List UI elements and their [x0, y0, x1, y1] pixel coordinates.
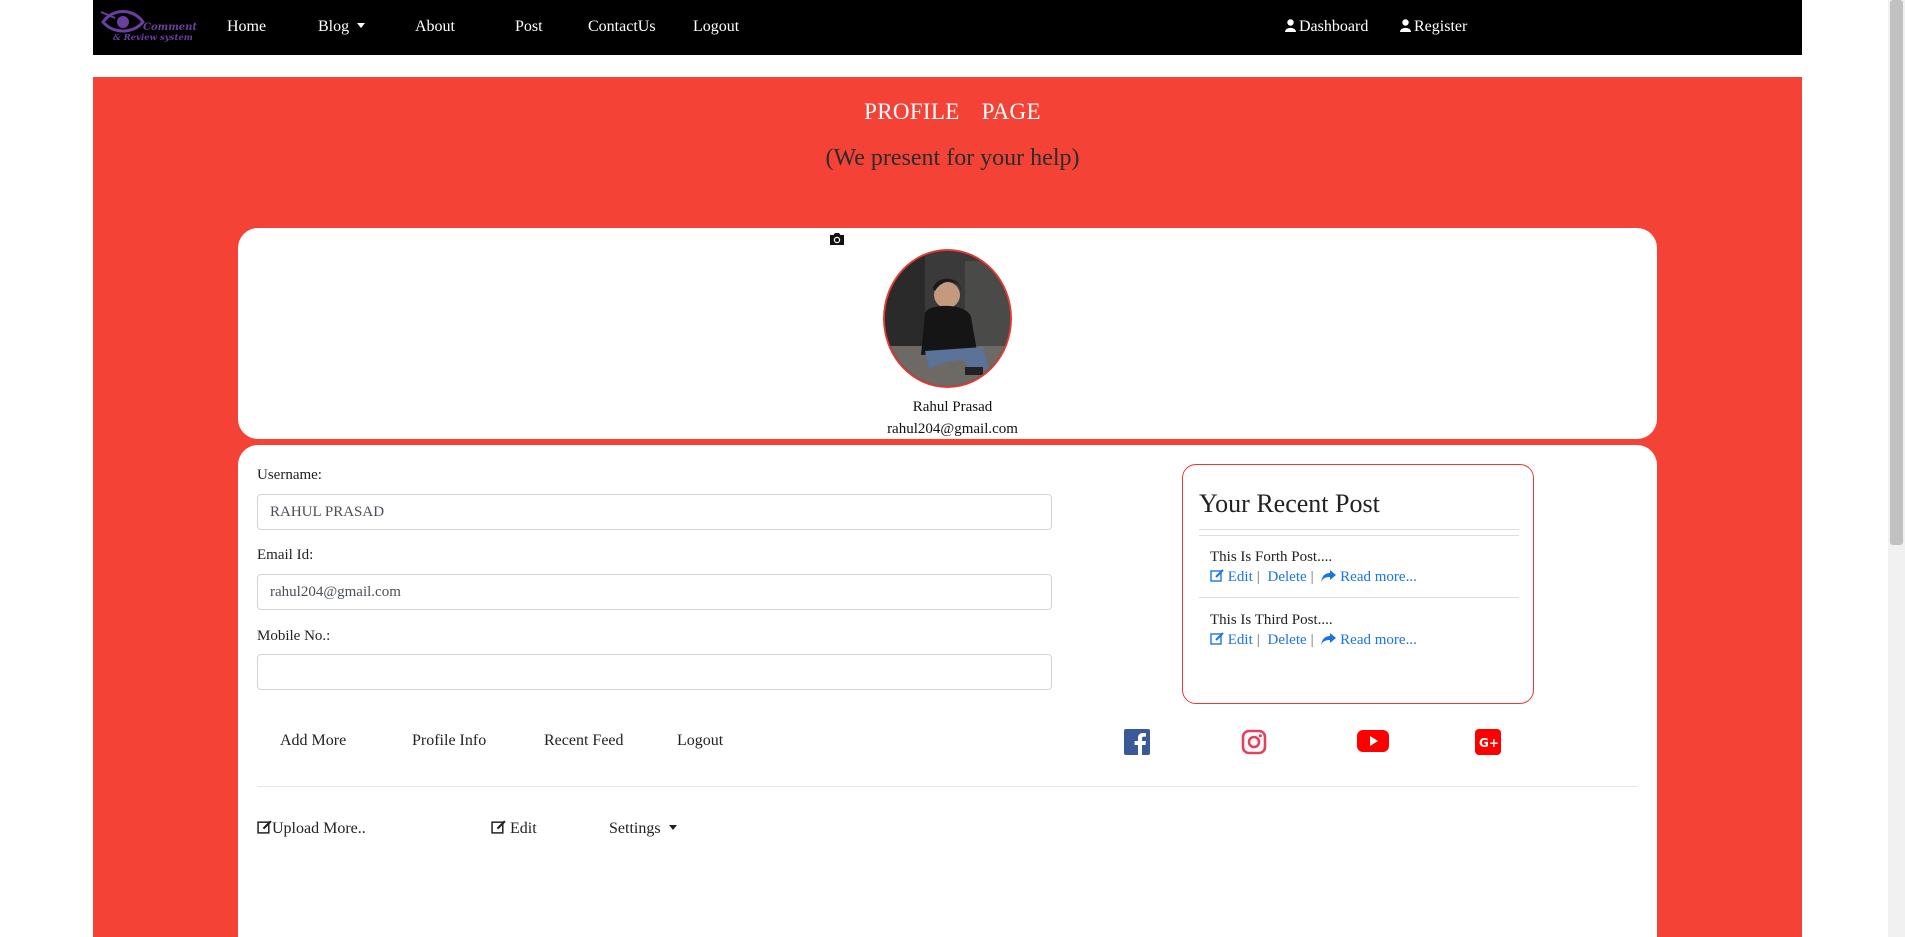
post-title: This Is Third Post....: [1210, 612, 1333, 628]
youtube-icon[interactable]: [1357, 729, 1389, 753]
svg-text:G+: G+: [1479, 736, 1499, 750]
nav-register-label: Register: [1414, 18, 1468, 35]
edit-icon: [1210, 569, 1224, 582]
tab-add-more[interactable]: Add More: [280, 732, 346, 750]
upload-more-label: Upload More..: [272, 820, 366, 837]
divider: [1199, 535, 1519, 536]
share-icon: [1321, 633, 1337, 645]
edit-link[interactable]: Edit: [1210, 569, 1253, 585]
page-title: PROFILE PAGE: [864, 99, 1041, 124]
nav-dashboard[interactable]: Dashboard: [1285, 18, 1368, 36]
post-title: This Is Forth Post....: [1210, 549, 1333, 565]
nav-logout[interactable]: Logout: [693, 18, 739, 36]
camera-icon[interactable]: [829, 232, 845, 246]
recent-posts-panel: Your Recent Post This Is Forth Post.... …: [1182, 464, 1534, 704]
profile-photo: [885, 251, 1010, 386]
username-field[interactable]: RAHUL PRASAD: [257, 494, 1052, 530]
read-more-label: Read more...: [1340, 632, 1417, 648]
edit-icon: [257, 820, 272, 834]
user-icon: [1285, 19, 1296, 32]
read-more-link[interactable]: Read more...: [1321, 632, 1417, 648]
read-more-label: Read more...: [1340, 569, 1417, 585]
nav-register[interactable]: Register: [1400, 18, 1467, 36]
upload-more-button[interactable]: Upload More..: [257, 820, 366, 838]
page-subtitle: (We present for your help): [825, 145, 1080, 171]
edit-label: Edit: [510, 820, 537, 837]
tab-logout[interactable]: Logout: [677, 732, 723, 750]
edit-button[interactable]: Edit: [491, 820, 537, 838]
email-label: Email Id:: [257, 547, 314, 563]
post-actions: Edit | Delete | Read more...: [1210, 632, 1417, 649]
share-icon: [1321, 570, 1337, 582]
post-actions: Edit | Delete | Read more...: [1210, 569, 1417, 586]
profile-name: Rahul Prasad: [912, 399, 993, 415]
tab-recent-feed[interactable]: Recent Feed: [544, 732, 624, 750]
top-navbar: Comment & Review system Home Blog About …: [93, 0, 1802, 55]
divider: [1199, 597, 1519, 598]
scrollbar-thumb[interactable]: [1890, 0, 1903, 545]
nav-home[interactable]: Home: [227, 18, 266, 36]
separator: |: [1256, 569, 1260, 585]
facebook-icon[interactable]: [1124, 729, 1150, 755]
divider: [257, 786, 1637, 787]
delete-link[interactable]: Delete: [1268, 632, 1307, 648]
separator: |: [1256, 632, 1260, 648]
settings-dropdown[interactable]: Settings: [609, 820, 677, 838]
edit-icon: [491, 820, 506, 834]
separator: |: [1310, 632, 1314, 648]
email-field[interactable]: rahul204@gmail.com: [257, 574, 1052, 610]
read-more-link[interactable]: Read more...: [1321, 569, 1417, 585]
mobile-label: Mobile No.:: [257, 628, 331, 644]
user-icon: [1400, 19, 1411, 32]
mobile-field[interactable]: [257, 654, 1052, 690]
instagram-icon[interactable]: [1241, 729, 1267, 755]
nav-blog-label: Blog: [318, 18, 350, 35]
chevron-down-icon: [357, 23, 366, 28]
edit-label: Edit: [1227, 569, 1253, 585]
tab-profile-info[interactable]: Profile Info: [412, 732, 486, 750]
divider: [1199, 529, 1519, 530]
brand-line2: & Review system: [113, 33, 193, 43]
settings-label: Settings: [609, 820, 661, 837]
edit-label: Edit: [1227, 632, 1253, 648]
nav-dashboard-label: Dashboard: [1299, 18, 1369, 35]
nav-contact[interactable]: ContactUs: [588, 18, 656, 36]
google-plus-icon[interactable]: G+: [1475, 729, 1501, 755]
recent-posts-title: Your Recent Post: [1199, 489, 1380, 518]
nav-post[interactable]: Post: [515, 18, 543, 36]
avatar[interactable]: [883, 249, 1012, 388]
nav-blog[interactable]: Blog: [318, 18, 366, 36]
chevron-down-icon: [668, 825, 677, 830]
username-label: Username:: [257, 467, 322, 483]
brand-line1: Comment: [143, 22, 198, 33]
edit-icon: [1210, 632, 1224, 645]
delete-link[interactable]: Delete: [1268, 569, 1307, 585]
brand-logo[interactable]: Comment & Review system: [99, 4, 197, 50]
separator: |: [1310, 569, 1314, 585]
nav-about[interactable]: About: [415, 18, 455, 36]
profile-email: rahul204@gmail.com: [887, 421, 1018, 437]
edit-link[interactable]: Edit: [1210, 632, 1253, 648]
